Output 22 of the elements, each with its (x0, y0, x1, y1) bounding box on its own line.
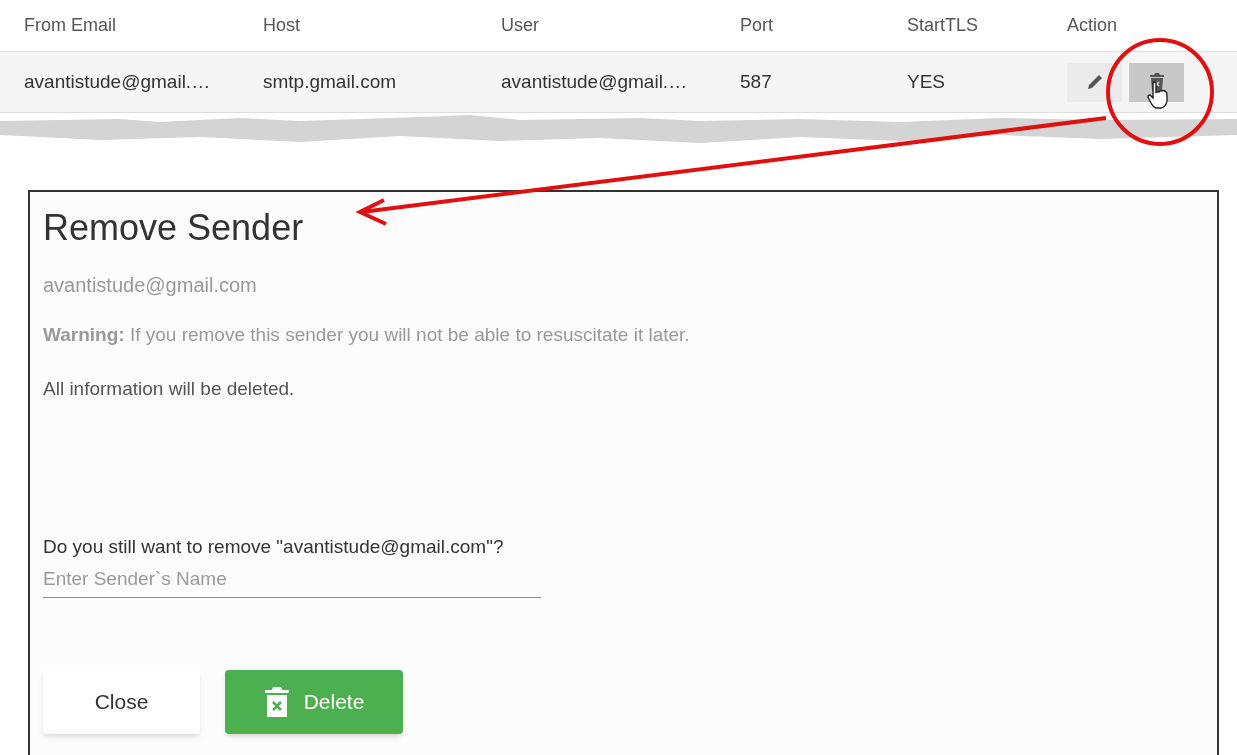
pencil-icon (1085, 73, 1104, 91)
info-text: All information will be deleted. (43, 376, 295, 401)
column-header: Host (263, 14, 301, 37)
column-header: Action (1067, 14, 1119, 37)
trash-icon (263, 685, 290, 718)
column-header: User (501, 14, 540, 37)
column-header: From Email (24, 14, 117, 37)
sender-email: avantistude@gmail.com (43, 273, 257, 298)
warning-text: Warning: If you remove this sender you will not be able to resuscitate it later. (43, 323, 690, 347)
table-cell-text: avantistude@gmail.… (501, 69, 689, 94)
table-cell-text: avantistude@gmail.… (24, 69, 212, 94)
column-header: Port (740, 14, 774, 37)
dialog-title: Remove Sender (43, 206, 304, 250)
hand-cursor-icon (1147, 80, 1169, 109)
table-cell-text: YES (907, 69, 947, 94)
edit-button[interactable] (1067, 62, 1122, 102)
table-cell-text: smtp.gmail.com (263, 69, 398, 94)
confirm-question: Do you still want to remove "avantistude@gmail.com"? (43, 535, 504, 559)
name-field[interactable]: Enter Sender`s Name (43, 561, 541, 598)
column-header: StartTLS (907, 14, 980, 37)
close-button[interactable]: Close (43, 669, 200, 734)
table-cell-text: 587 (740, 69, 773, 94)
